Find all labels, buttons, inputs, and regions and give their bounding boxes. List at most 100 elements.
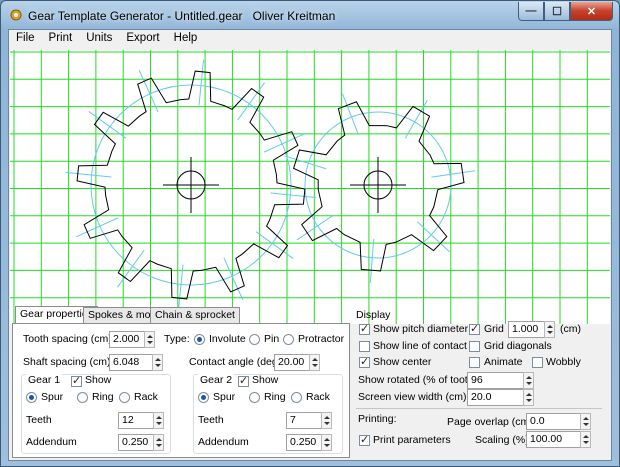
show-center-checkbox[interactable] bbox=[359, 355, 370, 368]
minimize-button[interactable]: — bbox=[518, 2, 544, 21]
grid-size-input[interactable]: 1.000 bbox=[508, 321, 545, 338]
divider bbox=[356, 408, 602, 409]
menu-print[interactable]: Print bbox=[42, 30, 80, 49]
type-involute-radio[interactable] bbox=[194, 334, 205, 345]
gear2-addendum-spinner[interactable] bbox=[321, 434, 332, 451]
wobbly-checkbox[interactable] bbox=[532, 357, 543, 368]
type-pin-radio[interactable] bbox=[249, 334, 260, 345]
tooth-spacing-input[interactable]: 2.000 bbox=[109, 331, 145, 348]
screen-view-width-label: Screen view width (cm) bbox=[358, 391, 467, 403]
tooth-spacing-spinner[interactable] bbox=[144, 331, 155, 348]
show-pitch-diameter-checkbox[interactable] bbox=[359, 322, 370, 335]
maximize-button[interactable]: ☐ bbox=[544, 2, 570, 21]
grid-label: Grid bbox=[484, 323, 504, 335]
menu-file[interactable]: File bbox=[9, 30, 42, 49]
shaft-spacing-spinner[interactable] bbox=[152, 354, 163, 371]
menu-help[interactable]: Help bbox=[167, 30, 205, 49]
show-rotated-label: Show rotated (% of tooth) bbox=[358, 374, 478, 386]
gear2-ring-label: Ring bbox=[264, 391, 286, 403]
scaling-input[interactable]: 100.00 bbox=[526, 431, 581, 448]
close-icon: ✕ bbox=[586, 5, 597, 18]
show-center-label: Show center bbox=[373, 356, 432, 368]
type-pin-label: Pin bbox=[264, 333, 280, 345]
gear1-show-checkbox[interactable] bbox=[71, 374, 82, 387]
contact-tick bbox=[342, 93, 359, 135]
gear2-addendum-input[interactable]: 0.250 bbox=[286, 434, 322, 451]
gear2-spur-label: Spur bbox=[213, 391, 236, 403]
gear1-addendum-input[interactable]: 0.250 bbox=[118, 434, 154, 451]
gear1-rack-radio[interactable] bbox=[119, 392, 130, 403]
tab-chain-sprocket[interactable]: Chain & sprocket bbox=[150, 307, 240, 323]
gear2-ring-radio[interactable] bbox=[249, 392, 260, 403]
title-bar[interactable]: Gear Template Generator - Untitled.gear O… bbox=[1, 1, 619, 29]
contact-tick bbox=[65, 171, 112, 178]
contact-angle-input[interactable]: 20.00 bbox=[274, 354, 310, 371]
menu-units[interactable]: Units bbox=[79, 30, 119, 49]
close-button[interactable]: ✕ bbox=[570, 2, 613, 21]
gear2-teeth-spinner[interactable] bbox=[321, 412, 332, 429]
page-overlap-input[interactable]: 0.0 bbox=[526, 413, 581, 430]
contact-tick bbox=[270, 192, 317, 199]
screen-view-width-spinner[interactable] bbox=[523, 389, 534, 406]
minimize-icon: — bbox=[525, 5, 537, 17]
page-overlap-spinner[interactable] bbox=[580, 413, 591, 430]
gear-properties-panel: Tooth spacing (cm) 2.000 Type: Involute … bbox=[12, 323, 350, 458]
contact-tick bbox=[369, 238, 375, 283]
show-rotated-spinner[interactable] bbox=[523, 372, 534, 389]
gear1-ring-radio[interactable] bbox=[77, 392, 88, 403]
contact-angle-spinner[interactable] bbox=[309, 354, 320, 371]
gear2-spur-radio[interactable] bbox=[198, 392, 209, 403]
gear2-addendum-label: Addendum bbox=[198, 436, 249, 448]
gear-canvas[interactable] bbox=[10, 50, 610, 324]
scaling-label: Scaling (%) bbox=[475, 434, 529, 446]
show-line-of-contact-label: Show line of contact bbox=[373, 340, 467, 352]
animate-checkbox[interactable] bbox=[469, 357, 480, 368]
type-protractor-radio[interactable] bbox=[283, 334, 294, 345]
gear2-teeth-input[interactable]: 7 bbox=[286, 412, 322, 429]
gear1-addendum-spinner[interactable] bbox=[153, 434, 164, 451]
gear1-teeth-spinner[interactable] bbox=[153, 412, 164, 429]
gear2-group: Gear 2 Show Spur Ring Rack Teeth 7 Adden… bbox=[193, 374, 343, 454]
contact-tick bbox=[417, 221, 450, 253]
gear1-group: Gear 1 Show Spur Ring Rack Teeth 12 Adde… bbox=[21, 374, 171, 454]
gear2-title: Gear 2 bbox=[198, 374, 235, 386]
gear1-show-label: Show bbox=[85, 374, 112, 386]
grid-checkbox[interactable] bbox=[469, 322, 480, 335]
type-protractor-label: Protractor bbox=[298, 333, 345, 345]
show-pitch-diameter-label: Show pitch diameter bbox=[373, 323, 469, 335]
gear1-rack-label: Rack bbox=[134, 391, 158, 403]
gear2-show-label: Show bbox=[252, 374, 279, 386]
show-rotated-input[interactable]: 96 bbox=[467, 372, 524, 389]
gear2-show-checkbox[interactable] bbox=[238, 374, 249, 387]
grid-diagonals-checkbox[interactable] bbox=[469, 341, 480, 352]
scaling-spinner[interactable] bbox=[580, 431, 591, 448]
grid-diagonals-label: Grid diagonals bbox=[484, 340, 552, 352]
gear1-spur-label: Spur bbox=[41, 391, 64, 403]
gear2-teeth-label: Teeth bbox=[198, 414, 224, 426]
contact-angle-label: Contact angle (deg) bbox=[189, 356, 282, 368]
show-line-of-contact-checkbox[interactable] bbox=[359, 341, 370, 352]
pitch-circles bbox=[65, 59, 476, 311]
print-parameters-label: Print parameters bbox=[373, 434, 451, 446]
gear1-ring-label: Ring bbox=[92, 391, 114, 403]
menu-bar: File Print Units Export Help bbox=[9, 30, 611, 49]
window-title-text: Gear Template Generator - Untitled.gear bbox=[28, 9, 243, 23]
wobbly-label: Wobbly bbox=[546, 356, 581, 368]
gear1-title: Gear 1 bbox=[26, 374, 63, 386]
maximize-icon: ☐ bbox=[552, 5, 562, 18]
gear2-rack-radio[interactable] bbox=[291, 392, 302, 403]
contact-tick bbox=[431, 170, 476, 178]
contact-tick bbox=[177, 264, 184, 311]
menu-export[interactable]: Export bbox=[119, 30, 166, 49]
shaft-spacing-input[interactable]: 6.048 bbox=[109, 354, 153, 371]
gear1-teeth-input[interactable]: 12 bbox=[118, 412, 154, 429]
screen-view-width-input[interactable]: 20.0 bbox=[467, 389, 524, 406]
author-name: Oliver Kreitman bbox=[252, 9, 336, 23]
gear1-spur-radio[interactable] bbox=[26, 392, 37, 403]
app-window: Gear Template Generator - Untitled.gear O… bbox=[0, 0, 620, 467]
gear-app-icon bbox=[10, 9, 22, 21]
grid-size-spinner[interactable] bbox=[544, 321, 555, 338]
print-parameters-checkbox[interactable] bbox=[359, 433, 370, 446]
gear-drawing bbox=[10, 50, 610, 324]
contact-tick bbox=[198, 59, 205, 106]
